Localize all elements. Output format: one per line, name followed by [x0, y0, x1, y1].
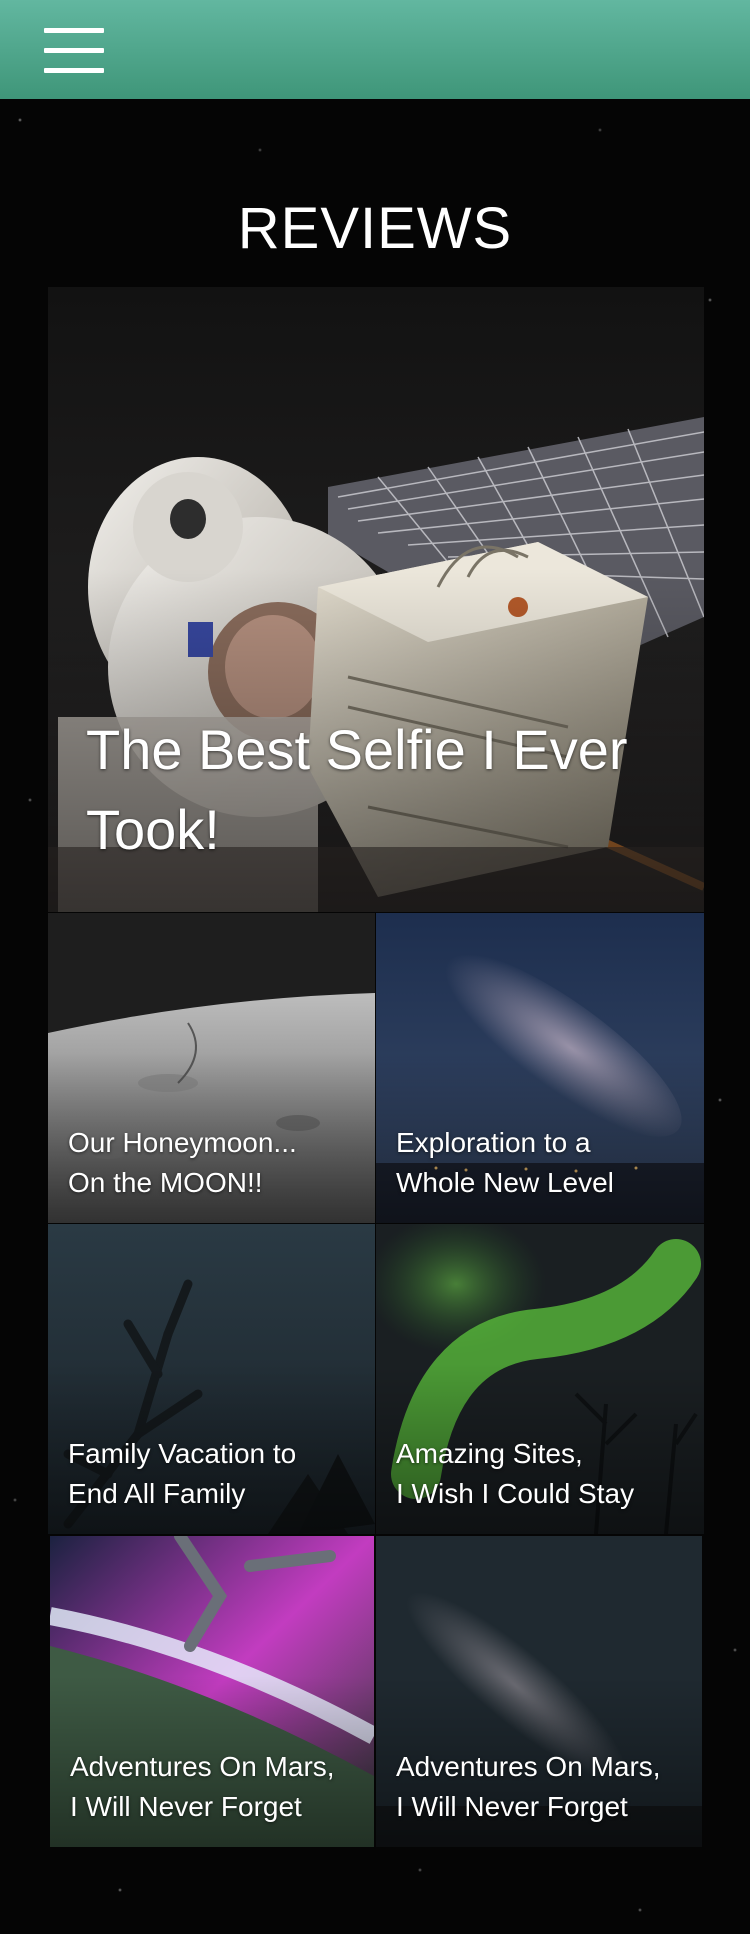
- featured-review-card[interactable]: The Best Selfie I Ever Took!: [48, 287, 704, 912]
- review-card[interactable]: Exploration to a Whole New Level: [376, 913, 704, 1223]
- review-card[interactable]: Family Vacation to End All Family: [48, 1224, 375, 1534]
- review-title: Adventures On Mars, I Will Never Forget: [70, 1751, 335, 1822]
- review-title: Adventures On Mars, I Will Never Forget: [396, 1751, 661, 1822]
- review-title: Our Honeymoon... On the MOON!!: [68, 1127, 297, 1198]
- review-card[interactable]: Amazing Sites, I Wish I Could Stay: [376, 1224, 704, 1534]
- hamburger-menu-icon[interactable]: [44, 28, 104, 74]
- page-title: REVIEWS: [237, 196, 513, 261]
- featured-review-title: The Best Selfie I Ever Took!: [86, 718, 628, 861]
- review-card[interactable]: Our Honeymoon... On the MOON!!: [48, 913, 375, 1223]
- menu-line: [44, 68, 104, 73]
- top-app-bar: [0, 0, 750, 99]
- review-title: Amazing Sites, I Wish I Could Stay: [396, 1438, 635, 1509]
- review-card[interactable]: Adventures On Mars, I Will Never Forget: [50, 1536, 374, 1847]
- menu-line: [44, 48, 104, 53]
- menu-line: [44, 28, 104, 33]
- review-card[interactable]: Adventures On Mars, I Will Never Forget: [376, 1536, 702, 1847]
- review-title: Family Vacation to End All Family: [68, 1438, 297, 1509]
- review-title: Exploration to a Whole New Level: [396, 1127, 614, 1198]
